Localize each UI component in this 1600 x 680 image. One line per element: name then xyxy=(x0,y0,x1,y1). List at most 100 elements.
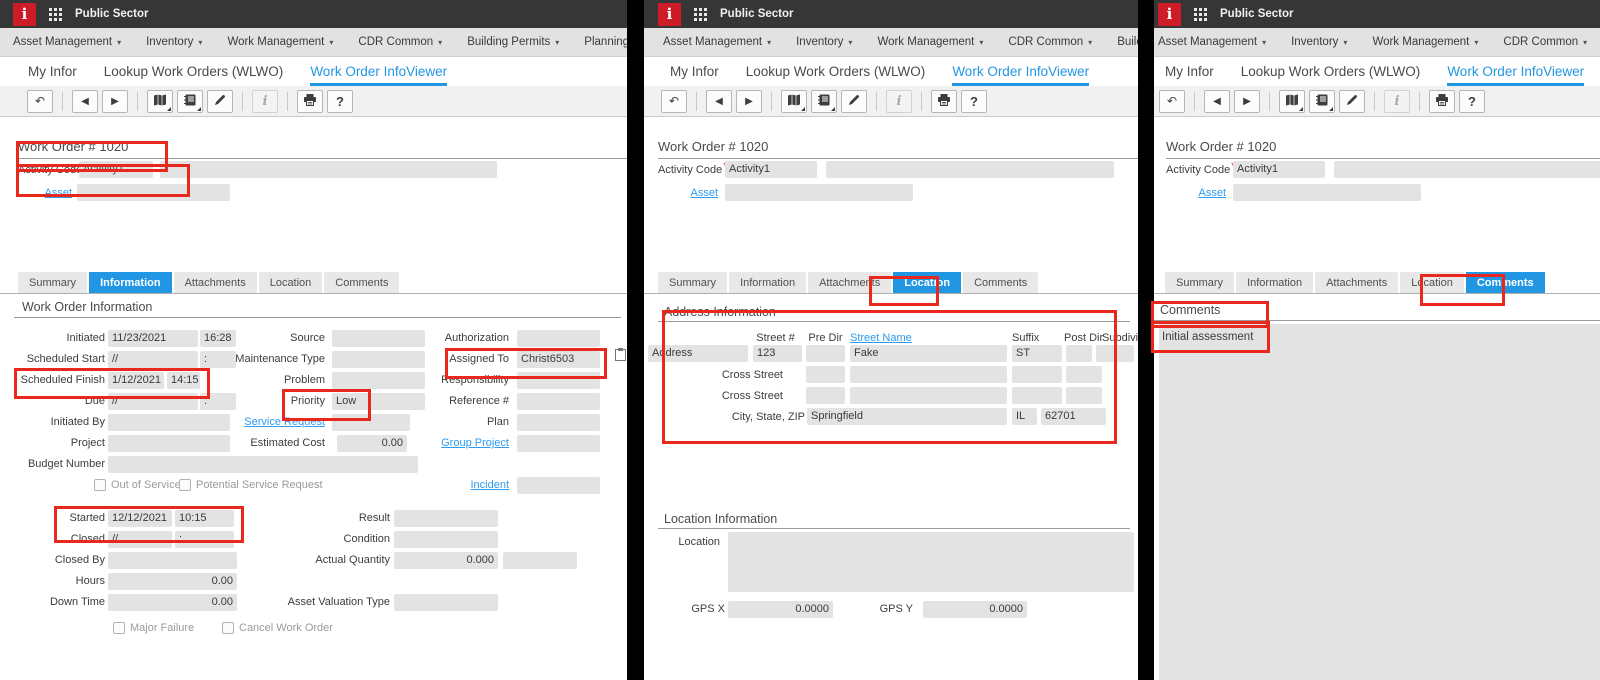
undo-button[interactable]: ↶ xyxy=(661,90,687,113)
subdivision-field[interactable] xyxy=(1096,345,1134,362)
activity-description-field[interactable] xyxy=(1334,161,1600,178)
tab-information[interactable]: Information xyxy=(729,272,806,293)
info-button[interactable]: i xyxy=(1384,90,1410,113)
result-field[interactable] xyxy=(394,510,498,527)
menu-cdr-common[interactable]: CDR Common xyxy=(1503,36,1587,48)
undo-button[interactable]: ↶ xyxy=(1159,90,1185,113)
closed-by-field[interactable] xyxy=(108,552,237,569)
tab-summary[interactable]: Summary xyxy=(1165,272,1234,293)
street-number-field[interactable]: 123 xyxy=(753,345,802,362)
tab-lookup-work-orders[interactable]: Lookup Work Orders (WLWO) xyxy=(104,57,284,86)
menu-work-management[interactable]: Work Management xyxy=(227,36,333,48)
closed-time-field[interactable]: : xyxy=(175,531,234,548)
tab-summary[interactable]: Summary xyxy=(18,272,87,293)
scheduled-finish-date-field[interactable]: 1/12/2021 xyxy=(108,372,164,389)
closed-date-field[interactable]: // xyxy=(108,531,172,548)
activity-description-field[interactable] xyxy=(826,161,1114,178)
tab-comments[interactable]: Comments xyxy=(1466,272,1545,293)
cross1-street-name-field[interactable] xyxy=(850,366,1007,383)
project-field[interactable] xyxy=(108,435,230,452)
activity-code-field[interactable]: Activity1 xyxy=(1233,161,1325,178)
estimated-cost-field[interactable]: 0.00 xyxy=(337,435,407,452)
actual-quantity-uom-field[interactable] xyxy=(503,552,577,569)
tab-lookup-work-orders[interactable]: Lookup Work Orders (WLWO) xyxy=(1241,57,1421,86)
asset-valuation-type-field[interactable] xyxy=(394,594,498,611)
menu-cdr-common[interactable]: CDR Common xyxy=(358,36,442,48)
next-record-button[interactable]: ▶ xyxy=(736,90,762,113)
help-button[interactable]: ? xyxy=(327,90,353,113)
plan-field[interactable] xyxy=(517,414,600,431)
cross1-post-dir-field[interactable] xyxy=(1066,366,1102,383)
location-field[interactable] xyxy=(728,532,1134,592)
next-record-button[interactable]: ▶ xyxy=(102,90,128,113)
out-of-service-checkbox[interactable] xyxy=(94,479,106,491)
help-button[interactable]: ? xyxy=(1459,90,1485,113)
app-grid-icon[interactable] xyxy=(49,8,62,21)
asset-field[interactable] xyxy=(725,184,913,201)
tab-work-order-infoviewer[interactable]: Work Order InfoViewer xyxy=(310,57,447,86)
tab-my-infor[interactable]: My Infor xyxy=(1165,57,1214,86)
pre-dir-field[interactable] xyxy=(806,345,845,362)
help-button[interactable]: ? xyxy=(961,90,987,113)
menu-asset-management[interactable]: Asset Management xyxy=(663,36,771,48)
menu-inventory[interactable]: Inventory xyxy=(146,36,202,48)
tab-location[interactable]: Location xyxy=(893,272,961,293)
state-field[interactable]: IL xyxy=(1012,408,1037,425)
group-project-link[interactable]: Group Project xyxy=(400,435,509,452)
views-menu-button[interactable] xyxy=(1279,90,1305,113)
menu-inventory[interactable]: Inventory xyxy=(1291,36,1347,48)
hours-field[interactable]: 0.00 xyxy=(108,573,237,590)
gps-x-field[interactable]: 0.0000 xyxy=(728,601,833,618)
app-grid-icon[interactable] xyxy=(1194,8,1207,21)
scheduled-start-date-field[interactable]: // xyxy=(108,351,198,368)
initiated-by-field[interactable] xyxy=(108,414,230,431)
tab-work-order-infoviewer[interactable]: Work Order InfoViewer xyxy=(1447,57,1584,86)
edit-button[interactable] xyxy=(207,90,233,113)
tab-information[interactable]: Information xyxy=(1236,272,1313,293)
post-dir-field[interactable] xyxy=(1066,345,1092,362)
down-time-field[interactable]: 0.00 xyxy=(108,594,237,611)
print-button[interactable] xyxy=(1429,90,1455,113)
next-record-button[interactable]: ▶ xyxy=(1234,90,1260,113)
activity-code-field[interactable]: Activity1 xyxy=(79,161,153,178)
previous-record-button[interactable]: ◀ xyxy=(1204,90,1230,113)
cross1-suffix-field[interactable] xyxy=(1012,366,1062,383)
tab-attachments[interactable]: Attachments xyxy=(174,272,257,293)
assigned-to-field[interactable]: Christ6503 xyxy=(517,351,600,368)
started-date-field[interactable]: 12/12/2021 xyxy=(108,510,172,527)
major-failure-checkbox[interactable] xyxy=(113,622,125,634)
tab-attachments[interactable]: Attachments xyxy=(808,272,891,293)
incident-link[interactable]: Incident xyxy=(430,477,509,494)
cross2-suffix-field[interactable] xyxy=(1012,387,1062,404)
started-time-field[interactable]: 10:15 xyxy=(175,510,234,527)
cross1-pre-dir-field[interactable] xyxy=(806,366,845,383)
menu-work-management[interactable]: Work Management xyxy=(877,36,983,48)
menu-building-permits[interactable]: Building Permits xyxy=(467,36,559,48)
tab-my-infor[interactable]: My Infor xyxy=(28,57,77,86)
asset-link[interactable]: Asset xyxy=(1180,185,1226,202)
log-menu-button[interactable] xyxy=(811,90,837,113)
menu-planning[interactable]: Planning xyxy=(584,36,627,48)
menu-work-management[interactable]: Work Management xyxy=(1372,36,1478,48)
incident-field[interactable] xyxy=(517,477,600,494)
zip-field[interactable]: 62701 xyxy=(1041,408,1106,425)
comments-textarea[interactable] xyxy=(1159,324,1600,680)
asset-link[interactable]: Asset xyxy=(672,185,718,202)
tab-lookup-work-orders[interactable]: Lookup Work Orders (WLWO) xyxy=(746,57,926,86)
views-menu-button[interactable] xyxy=(147,90,173,113)
gps-y-field[interactable]: 0.0000 xyxy=(923,601,1027,618)
activity-description-field[interactable] xyxy=(160,161,497,178)
actual-quantity-field[interactable]: 0.000 xyxy=(394,552,498,569)
cancel-work-order-checkbox[interactable] xyxy=(222,622,234,634)
info-button[interactable]: i xyxy=(252,90,278,113)
responsibility-field[interactable] xyxy=(517,372,600,389)
authorization-field[interactable] xyxy=(517,330,600,347)
previous-record-button[interactable]: ◀ xyxy=(72,90,98,113)
app-grid-icon[interactable] xyxy=(694,8,707,21)
tab-work-order-infoviewer[interactable]: Work Order InfoViewer xyxy=(952,57,1089,86)
tab-comments[interactable]: Comments xyxy=(963,272,1038,293)
tab-attachments[interactable]: Attachments xyxy=(1315,272,1398,293)
menu-cdr-common[interactable]: CDR Common xyxy=(1008,36,1092,48)
menu-asset-management[interactable]: Asset Management xyxy=(1158,36,1266,48)
edit-button[interactable] xyxy=(841,90,867,113)
